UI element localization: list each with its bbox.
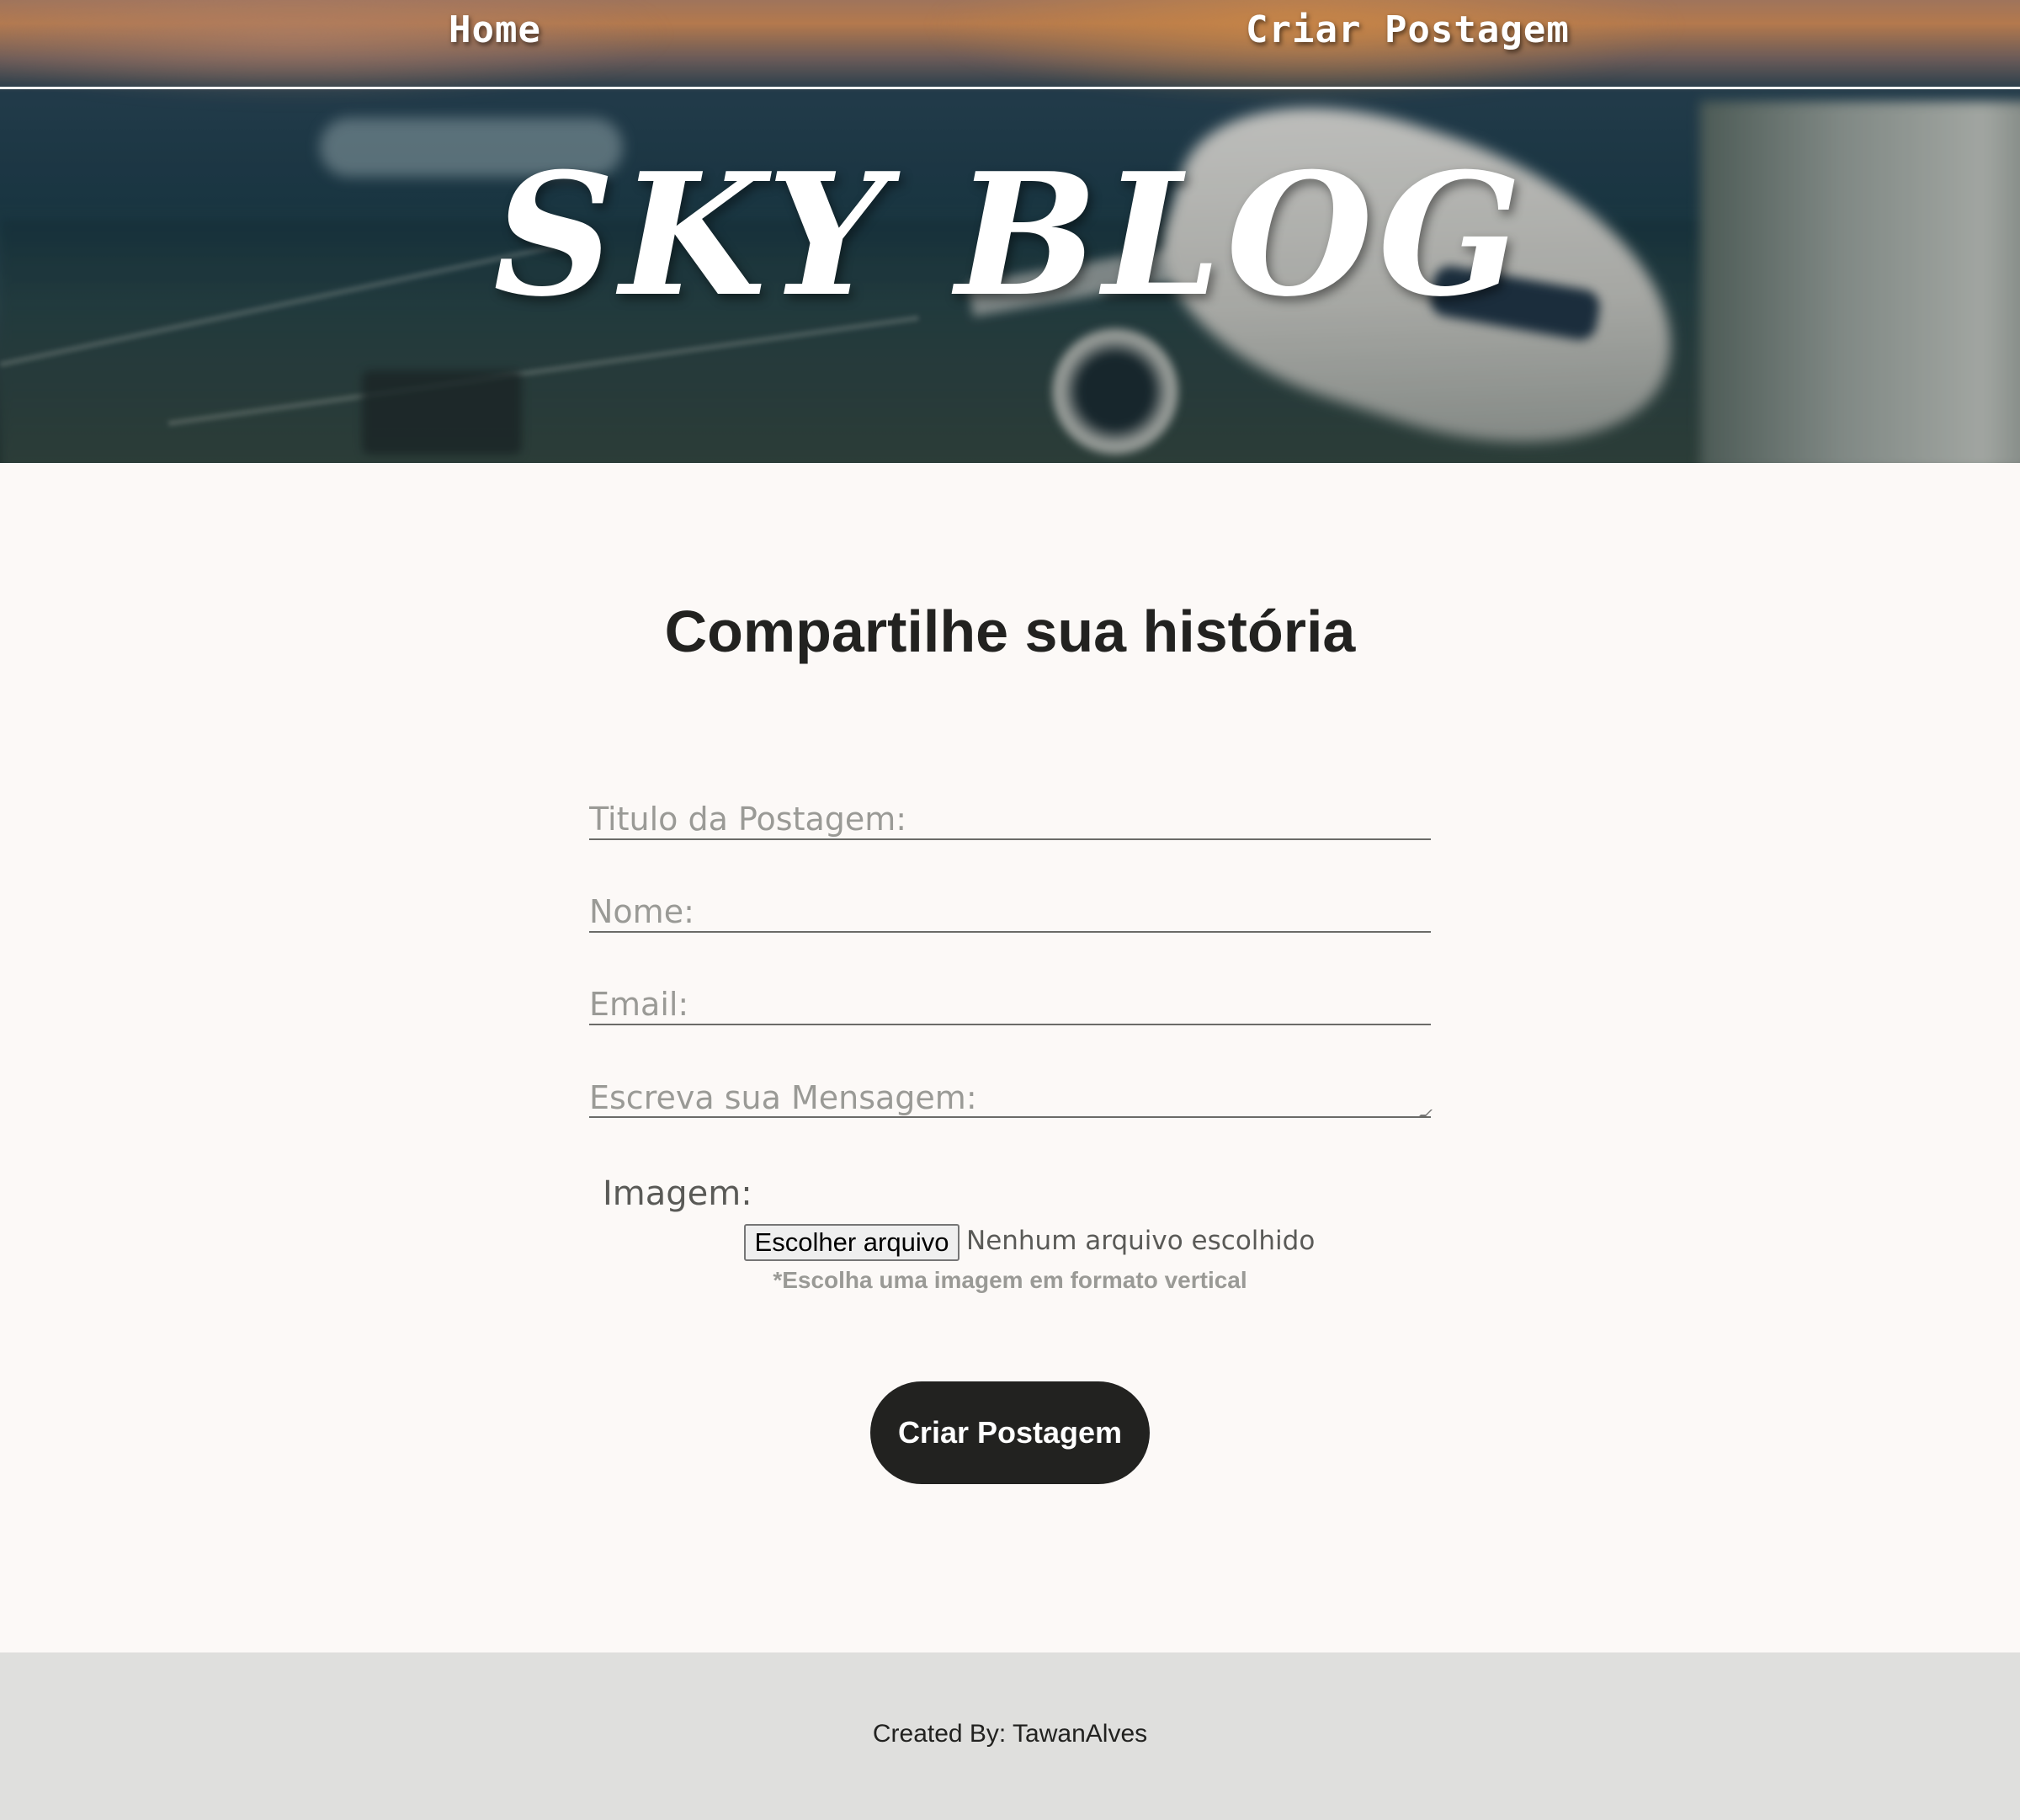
- top-nav: Home Criar Postagem: [0, 0, 2020, 89]
- nav-link-create-post[interactable]: Criar Postagem: [1246, 8, 1570, 51]
- footer: Created By: TawanAlves: [0, 1652, 2020, 1820]
- create-post-section: Compartilhe sua história Imagem: Escolhe…: [0, 463, 2020, 1652]
- image-label: Imagem:: [603, 1174, 752, 1213]
- site-logo-title: SKY BLOG: [493, 136, 1527, 334]
- post-title-input[interactable]: [589, 800, 1431, 840]
- email-input[interactable]: [589, 985, 1431, 1025]
- message-textarea[interactable]: [589, 1078, 1431, 1118]
- footer-credit: Created By: TawanAlves: [872, 1720, 1148, 1748]
- author-name-input[interactable]: [589, 892, 1431, 933]
- file-status-text: Nenhum arquivo escolhido: [966, 1226, 1316, 1256]
- image-format-hint: *Escolha uma imagem em formato vertical: [773, 1267, 1247, 1293]
- nav-link-home[interactable]: Home: [449, 8, 541, 51]
- create-post-button[interactable]: Criar Postagem: [870, 1381, 1150, 1484]
- hero-banner: Home Criar Postagem SKY BLOG: [0, 0, 2020, 463]
- choose-file-button[interactable]: Escolher arquivo: [744, 1224, 960, 1261]
- page-title: Compartilhe sua história: [664, 599, 1356, 664]
